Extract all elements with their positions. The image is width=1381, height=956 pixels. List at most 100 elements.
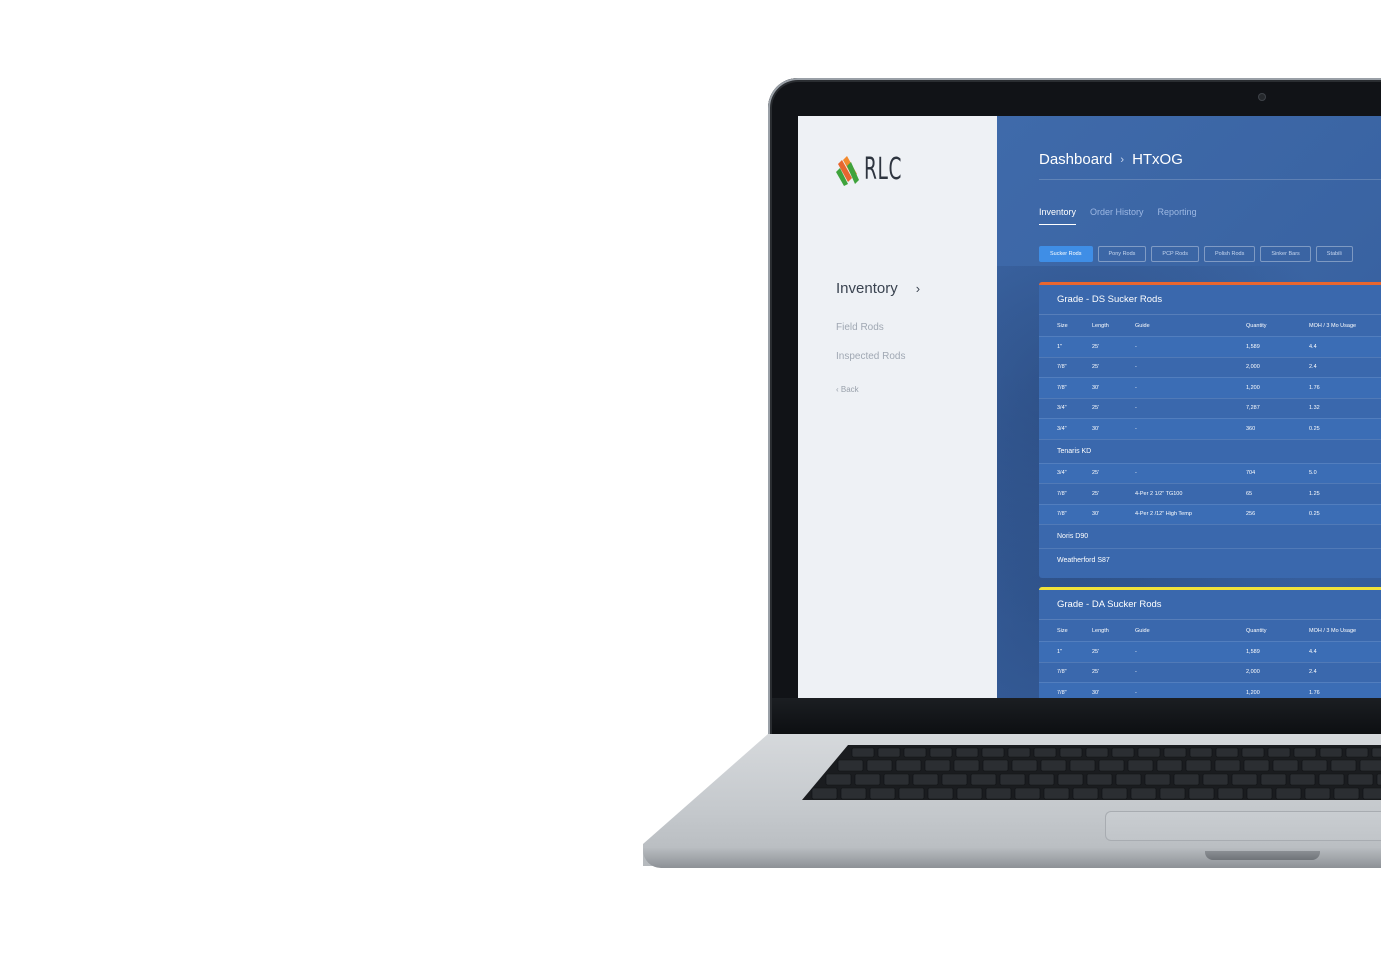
table-row: 1" 25' - 1,589 4.4 <box>1039 641 1381 662</box>
table-cell: 1" <box>1057 648 1063 655</box>
table-cell: - <box>1135 648 1137 655</box>
table-cell: 4-Per 2 /12" High Temp <box>1135 511 1192 518</box>
sidebar-item-field-rods[interactable]: Field Rods <box>836 322 884 333</box>
sidebar-item-label: Inventory <box>836 280 898 297</box>
table-cell: 7/8" <box>1057 490 1067 497</box>
table-cell: 4-Per 2 1/2" TG100 <box>1135 490 1183 497</box>
table-cell: 1.25 <box>1309 490 1320 497</box>
table-cell: 1,589 <box>1246 343 1260 350</box>
table-cell: - <box>1135 343 1137 350</box>
card-ds-sucker-rods: Grade - DS Sucker Rods Size Length Guide Qu… <box>1039 282 1381 578</box>
table-row: 7/8" 25' 4-Per 2 1/2" TG100 65 1.25 <box>1039 483 1381 504</box>
inventory-table: Size Length Guide Quantity MOH / 3 Mo Usage 1… <box>1039 315 1381 572</box>
table-cell: 2,000 <box>1246 669 1260 676</box>
tab-reporting[interactable]: Reporting <box>1158 207 1197 225</box>
table-cell: 25' <box>1092 470 1100 477</box>
table-cell: 25' <box>1092 364 1100 371</box>
table-row: 7/8" 30' - 1,200 1.76 <box>1039 682 1381 698</box>
table-cell: 1.76 <box>1309 384 1320 391</box>
table-cell: 1" <box>1057 343 1063 350</box>
filter-pony-rods[interactable]: Pony Rods <box>1097 246 1147 262</box>
breadcrumb-dashboard[interactable]: Dashboard <box>1039 151 1112 168</box>
breadcrumb: Dashboard › HTxOG <box>1039 151 1183 168</box>
table-cell: Guide <box>1135 322 1150 329</box>
table-cell: 30' <box>1092 689 1100 696</box>
table-cell: MOH / 3 Mo Usage <box>1309 322 1357 329</box>
table-cell: 704 <box>1246 470 1256 477</box>
laptop-base <box>643 734 1381 866</box>
camera-icon <box>1258 93 1266 101</box>
back-link[interactable]: ‹ Back <box>836 385 859 394</box>
divider <box>1039 179 1381 180</box>
table-cell: 7/8" <box>1057 689 1067 696</box>
back-label: Back <box>840 385 859 394</box>
table-cell: 25' <box>1092 490 1100 497</box>
logo[interactable]: RLC <box>836 152 926 187</box>
table-cell: - <box>1135 425 1137 432</box>
table-cell: 2.4 <box>1309 669 1317 676</box>
table-row: 7/8" 30' 4-Per 2 /12" High Temp 256 0.25 <box>1039 503 1381 524</box>
tab-bar: Inventory Order History Reporting <box>1039 207 1211 225</box>
table-cell: Guide <box>1135 627 1150 634</box>
filter-pcp-rods[interactable]: PCP Rods <box>1151 246 1199 262</box>
table-row: 3/4" 25' - 704 5.0 <box>1039 462 1381 483</box>
sidebar-item-inspected-rods[interactable]: Inspected Rods <box>836 351 906 362</box>
table-group-label: Tenaris KD <box>1039 438 1381 463</box>
table-cell: 3/4" <box>1057 405 1067 412</box>
table-row: 7/8" 25' - 2,000 2.4 <box>1039 356 1381 378</box>
table-cell: 3/4" <box>1057 470 1067 477</box>
card-da-sucker-rods: Grade - DA Sucker Rods Size Length Guide Qu… <box>1039 587 1381 698</box>
filter-stabilizers[interactable]: Stabili <box>1315 246 1353 262</box>
table-cell: Quantity <box>1246 322 1267 329</box>
table-cell: 7/8" <box>1057 669 1067 676</box>
table-cell: 7/8" <box>1057 511 1067 518</box>
table-cell: - <box>1135 364 1137 371</box>
tab-inventory[interactable]: Inventory <box>1039 207 1077 225</box>
table-cell: 2,000 <box>1246 364 1260 371</box>
table-header: Size Length Guide Quantity MOH / 3 Mo Usage <box>1039 315 1381 336</box>
rlc-logo-icon <box>836 155 859 186</box>
table-cell: 25' <box>1092 343 1100 350</box>
table-group-label: Weatherford S87 <box>1039 548 1381 572</box>
table-row: 1" 25' - 1,589 4.4 <box>1039 336 1381 357</box>
laptop-foot <box>1205 851 1320 860</box>
table-cell: 1.76 <box>1309 689 1320 696</box>
table-cell: 1,589 <box>1246 648 1260 655</box>
table-row: 3/4" 30' - 360 0.25 <box>1039 418 1381 439</box>
chevron-right-icon: › <box>1120 153 1125 166</box>
table-row: 7/8" 30' - 1,200 1.76 <box>1039 377 1381 398</box>
table-cell: - <box>1135 384 1137 391</box>
table-cell: Quantity <box>1246 627 1267 634</box>
table-cell: 30' <box>1092 384 1100 391</box>
table-row: 7/8" 25' - 2,000 2.4 <box>1039 661 1381 683</box>
table-cell: 1.32 <box>1309 405 1320 412</box>
sidebar-item-inventory[interactable]: Inventory › <box>836 280 920 297</box>
filter-sinker-bars[interactable]: Sinker Bars <box>1260 246 1311 262</box>
app-screen: RLC Inventory › Field Rods Inspected Rod… <box>798 116 1381 698</box>
main-panel: Dashboard › HTxOG Inventory Order Histor… <box>997 116 1381 698</box>
table-cell: 0.25 <box>1309 511 1320 518</box>
table-cell: 25' <box>1092 669 1100 676</box>
table-cell: 4.4 <box>1309 648 1317 655</box>
chevron-right-icon: › <box>915 281 921 296</box>
table-cell: 7,287 <box>1246 405 1260 412</box>
filter-polish-rods[interactable]: Polish Rods <box>1203 246 1256 262</box>
table-cell: - <box>1135 405 1137 412</box>
table-cell: - <box>1135 689 1137 696</box>
table-cell: Size <box>1057 627 1068 634</box>
table-cell: 4.4 <box>1309 343 1317 350</box>
tab-order-history[interactable]: Order History <box>1090 207 1144 225</box>
laptop-hinge <box>772 698 1381 734</box>
table-cell: 25' <box>1092 648 1100 655</box>
filter-sucker-rods[interactable]: Sucker Rods <box>1039 246 1093 262</box>
table-cell: 3/4" <box>1057 425 1067 432</box>
table-cell: 30' <box>1092 511 1100 518</box>
table-cell: 7/8" <box>1057 364 1067 371</box>
table-cell: Length <box>1092 627 1109 634</box>
table-cell: 1,200 <box>1246 689 1260 696</box>
table-cell: 65 <box>1246 490 1253 497</box>
table-cell: - <box>1135 470 1137 477</box>
breadcrumb-current: HTxOG <box>1132 151 1183 168</box>
filter-bar: Sucker Rods Pony Rods PCP Rods Polish Ro… <box>1039 246 1353 262</box>
table-cell: 25' <box>1092 405 1100 412</box>
